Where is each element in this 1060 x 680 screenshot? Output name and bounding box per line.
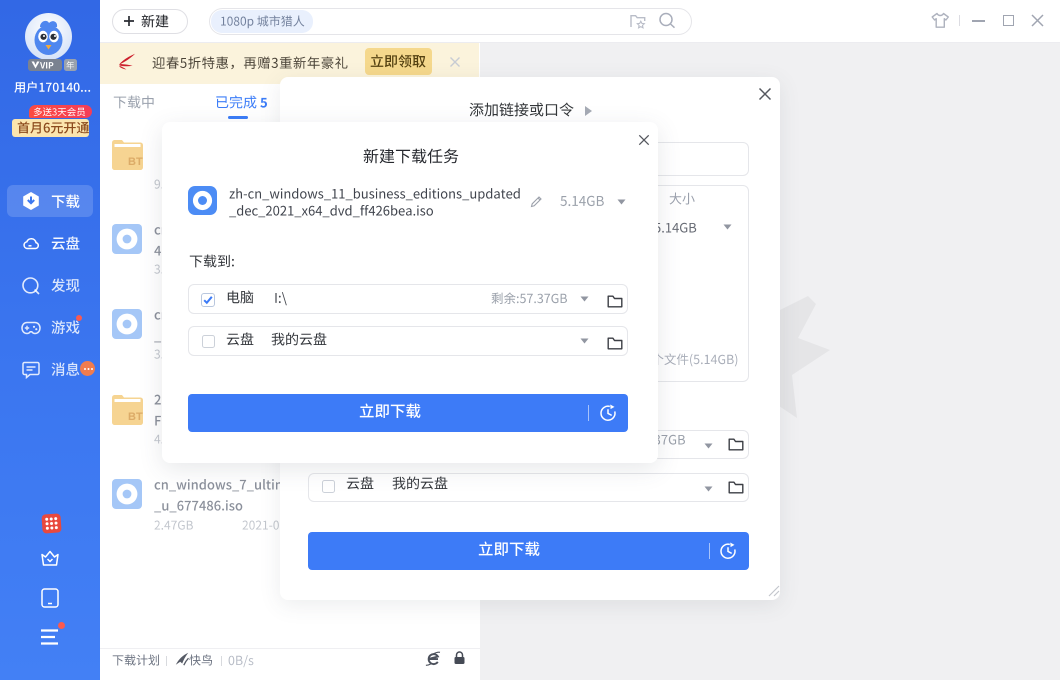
svg-text:BT: BT [128,156,143,168]
svg-text:BT: BT [128,411,143,423]
